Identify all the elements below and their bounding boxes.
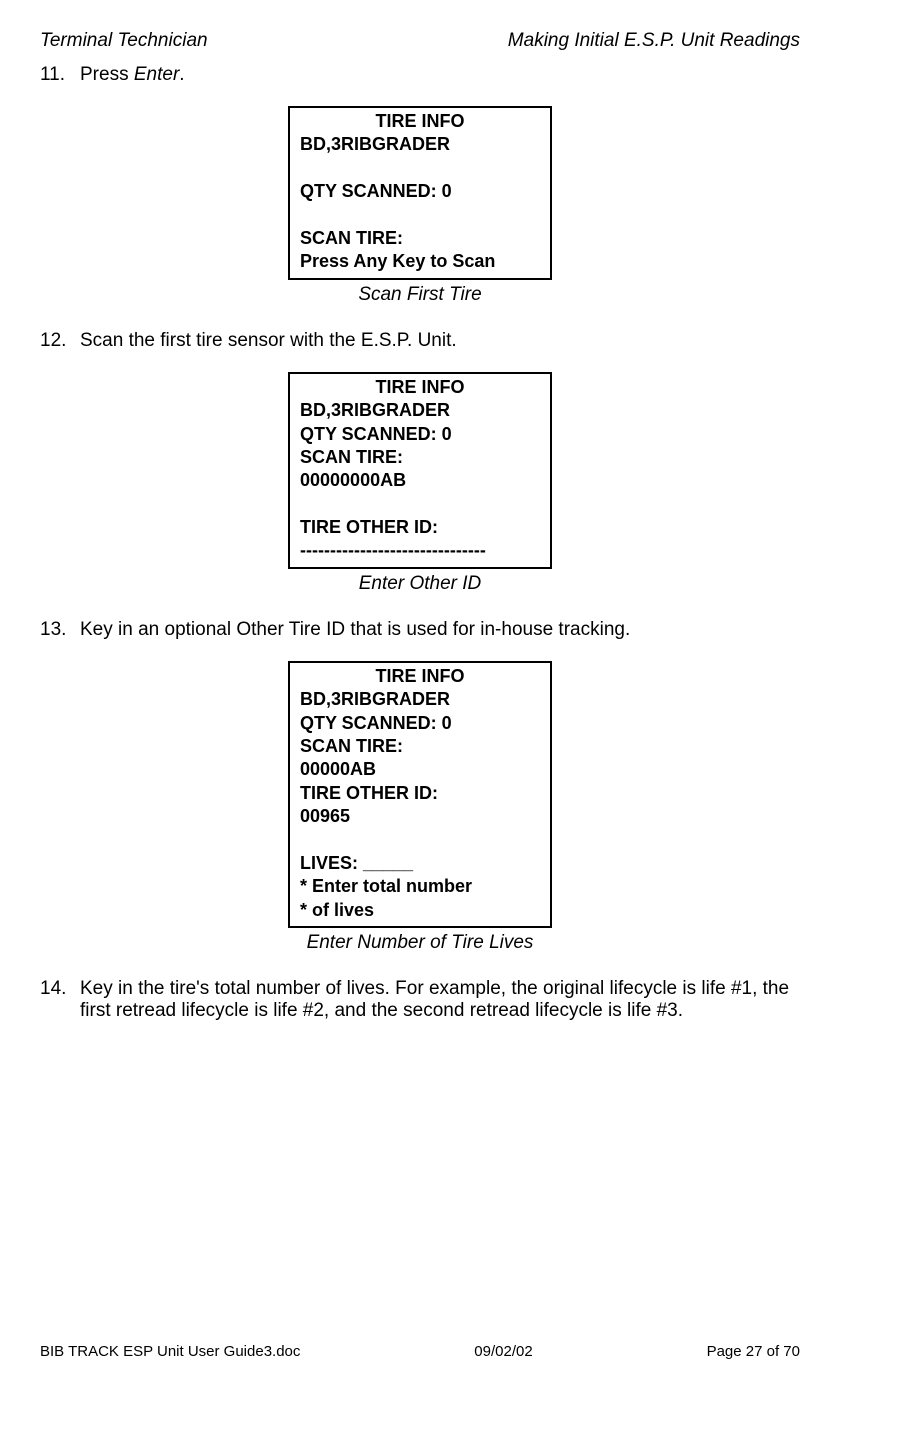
terminal-line: SCAN TIRE: (300, 735, 540, 758)
terminal-line: QTY SCANNED: 0 (300, 712, 540, 735)
step-number: 14. (40, 978, 80, 1022)
step-number: 13. (40, 619, 80, 641)
terminal-line: TIRE OTHER ID: (300, 782, 540, 805)
header-right: Making Initial E.S.P. Unit Readings (508, 30, 800, 52)
terminal-line: ------------------------------- (300, 539, 540, 562)
step-suffix: . (179, 64, 184, 85)
terminal-block-2: TIRE INFO BD,3RIBGRADER QTY SCANNED: 0 S… (40, 372, 800, 595)
terminal-line: 00965 (300, 805, 540, 828)
terminal-title: TIRE INFO (300, 665, 540, 688)
terminal-line: 00000000AB (300, 469, 540, 492)
step-text: Scan the first tire sensor with the E.S.… (80, 330, 800, 352)
step-text: Key in an optional Other Tire ID that is… (80, 619, 800, 641)
step-text: Press Enter. (80, 64, 800, 86)
step-13: 13. Key in an optional Other Tire ID tha… (40, 619, 800, 641)
page-footer: BIB TRACK ESP Unit User Guide3.doc 09/02… (40, 1343, 800, 1360)
step-14: 14. Key in the tire's total number of li… (40, 978, 800, 1022)
page-header: Terminal Technician Making Initial E.S.P… (40, 30, 800, 52)
terminal-caption: Enter Other ID (40, 573, 800, 595)
step-text: Key in the tire's total number of lives.… (80, 978, 800, 1022)
terminal-caption: Enter Number of Tire Lives (40, 932, 800, 954)
step-11: 11. Press Enter. (40, 64, 800, 86)
terminal-block-3: TIRE INFO BD,3RIBGRADER QTY SCANNED: 0 S… (40, 661, 800, 954)
terminal-line: * of lives (300, 899, 540, 922)
terminal-screen-3: TIRE INFO BD,3RIBGRADER QTY SCANNED: 0 S… (288, 661, 552, 928)
step-italic: Enter (134, 64, 179, 85)
terminal-line: TIRE OTHER ID: (300, 516, 540, 539)
terminal-screen-1: TIRE INFO BD,3RIBGRADER QTY SCANNED: 0 S… (288, 106, 552, 280)
terminal-block-1: TIRE INFO BD,3RIBGRADER QTY SCANNED: 0 S… (40, 106, 800, 306)
terminal-line: LIVES: _____ (300, 852, 540, 875)
terminal-line: QTY SCANNED: 0 (300, 423, 540, 446)
terminal-line: BD,3RIBGRADER (300, 133, 540, 156)
terminal-line: SCAN TIRE: (300, 446, 540, 469)
terminal-line: QTY SCANNED: 0 (300, 180, 540, 203)
footer-center: 09/02/02 (474, 1343, 532, 1360)
step-number: 11. (40, 64, 80, 86)
terminal-line: BD,3RIBGRADER (300, 688, 540, 711)
terminal-line: BD,3RIBGRADER (300, 399, 540, 422)
step-12: 12. Scan the first tire sensor with the … (40, 330, 800, 352)
terminal-line: * Enter total number (300, 875, 540, 898)
header-left: Terminal Technician (40, 30, 208, 52)
footer-left: BIB TRACK ESP Unit User Guide3.doc (40, 1343, 300, 1360)
step-prefix: Press (80, 64, 134, 85)
terminal-line: 00000AB (300, 758, 540, 781)
terminal-title: TIRE INFO (300, 376, 540, 399)
footer-right: Page 27 of 70 (707, 1343, 800, 1360)
terminal-title: TIRE INFO (300, 110, 540, 133)
terminal-screen-2: TIRE INFO BD,3RIBGRADER QTY SCANNED: 0 S… (288, 372, 552, 569)
terminal-line: Press Any Key to Scan (300, 250, 540, 273)
terminal-line: SCAN TIRE: (300, 227, 540, 250)
terminal-caption: Scan First Tire (40, 284, 800, 306)
step-number: 12. (40, 330, 80, 352)
